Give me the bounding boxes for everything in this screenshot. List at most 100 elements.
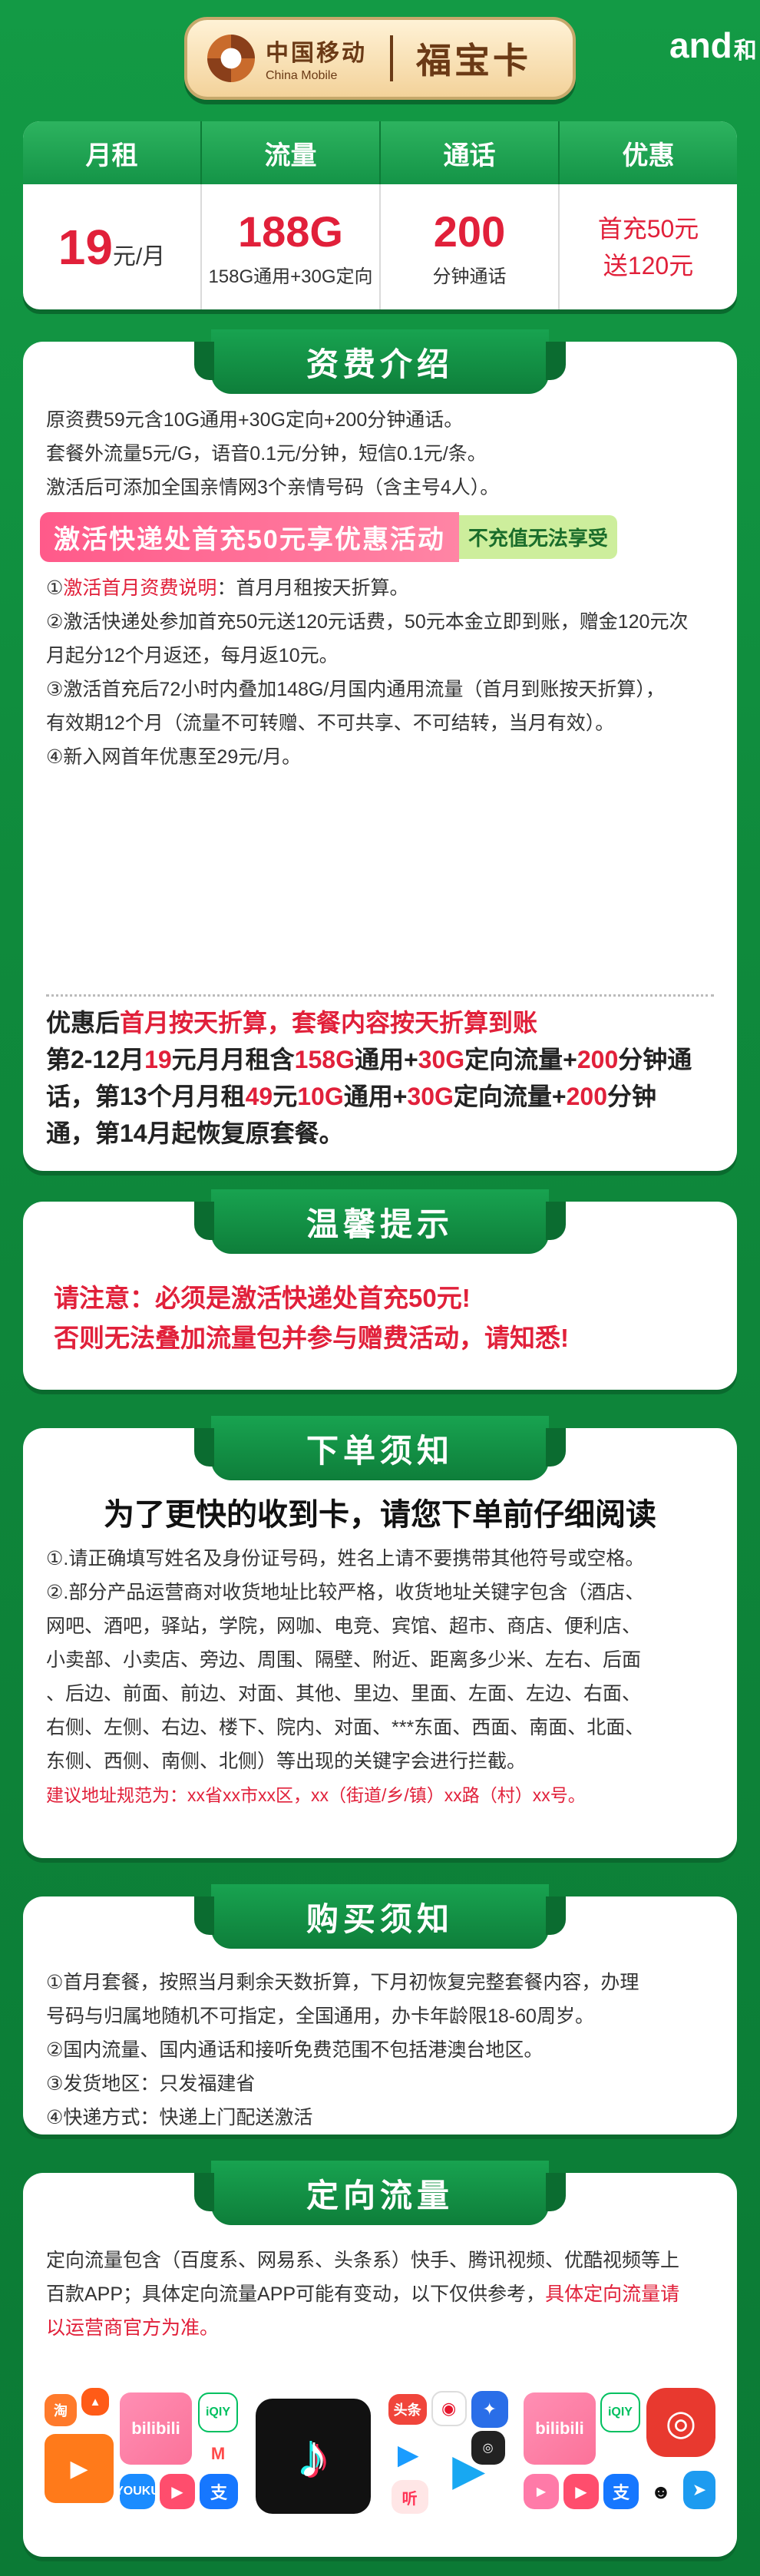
kuaishou-icon: ▶ xyxy=(45,2434,114,2503)
address-tip: 建议地址规范为：xx省xx市xx区，xx（街道/乡/镇）xx路（村）xx号。 xyxy=(46,1785,586,1805)
discount-line-2: 第2-12月19元月月租含158G通用+30G定向流量+200分钟通 xyxy=(46,1041,714,1078)
tip-line-1: 请注意：必须是激活快递处首充50元! xyxy=(54,1284,471,1312)
card-name: 福宝卡 xyxy=(416,41,531,81)
brand-en: China Mobile xyxy=(266,69,338,82)
brand-cn: 中国移动 xyxy=(266,41,367,66)
video-icon: ▶ xyxy=(160,2474,195,2509)
ting-icon: 听 xyxy=(391,2480,428,2514)
header-calls: 通话 xyxy=(381,121,560,184)
d2-h: 200 xyxy=(577,1046,619,1073)
purchase-notice-card: 购买须知 ①首月套餐，按照当月剩余天数折算，下月初恢复完整套餐内容，办理 号码与… xyxy=(23,1884,737,2135)
mangotv-icon: M xyxy=(198,2439,238,2469)
toutiao-icon: 头条 xyxy=(388,2394,427,2425)
app-icon-collage: 淘 ▲ ▶ bilibili iQIY M YOUKU ▶ 支 ♪ 头条 ◉ ✦… xyxy=(45,2388,715,2541)
banner-divider xyxy=(390,35,393,81)
warm-tips-title: 温馨提示 xyxy=(194,1189,566,1254)
order-line: 右侧、左侧、右边、楼下、院内、对面、***东面、西面、南面、北面、 xyxy=(46,1717,645,1738)
flow-line-3: 以运营商官方为准。 xyxy=(46,2317,220,2339)
discount-line-3: 话，第13个月月租49元10G通用+30G定向流量+200分钟 xyxy=(46,1078,714,1115)
order-line: 网吧、酒吧，驿站，学院，网咖、电竞、宾馆、超市、商店、便利店、 xyxy=(46,1615,642,1637)
dotted-divider xyxy=(46,994,714,997)
order-line: 小卖部、小卖店、旁边、周围、隔壁、附近、距离多少米、左右、后面 xyxy=(46,1649,642,1671)
fee-line: 激活后可添加全国亲情网3个亲情号码（含主号4人）。 xyxy=(46,477,500,498)
buy-line: ①首月套餐，按照当月剩余天数折算，下月初恢复完整套餐内容，办理 xyxy=(46,1972,639,1993)
d3-a: 话，第13个月月租 xyxy=(46,1083,246,1110)
rent-unit: 元/月 xyxy=(112,243,166,270)
fee-intro-body: 原资费59元含10G通用+30G定向+200分钟通话。 套餐外流量5元/G，语音… xyxy=(40,403,714,774)
activation-promo-text: 激活快递处首充50元享优惠活动 xyxy=(40,512,459,562)
d3-e: 通用+ xyxy=(343,1083,408,1110)
fee-item-1-highlight: 激活首月资费说明 xyxy=(63,577,217,599)
he-logo: and 和 xyxy=(669,17,757,65)
alipay-icon-2: 支 xyxy=(603,2474,639,2509)
fee-item-1: ①激活首月资费说明：首月月租按天折算。 xyxy=(46,571,714,605)
cell-calls: 200 分钟通话 xyxy=(381,184,560,309)
purchase-notice-body: ①首月套餐，按照当月剩余天数折算，下月初恢复完整套餐内容，办理 号码与归属地随机… xyxy=(46,1966,714,2135)
d3-d: 10G xyxy=(297,1083,344,1110)
d1-a: 优惠后 xyxy=(46,1009,121,1037)
d2-e: 通用+ xyxy=(354,1046,418,1073)
warm-tips-card: 温馨提示 请注意：必须是激活快递处首充50元! 否则无法叠加流量包并参与赠费活动… xyxy=(23,1189,737,1390)
order-notice-body: 为了更快的收到卡，请您下单前仔细阅读 ①.请正确填写姓名及身份证号码，姓名上请不… xyxy=(46,1490,714,1812)
fee-item-2a: ②激活快递处参加首充50元送120元话费，50元本金立即到账，赠金120元次 xyxy=(46,611,689,633)
fee-item-3b: 有效期12个月（流量不可转赠、不可共享、不可结转，当月有效）。 xyxy=(46,713,615,734)
taobao-icon: 淘 xyxy=(45,2394,77,2426)
qq-icon: ☻ xyxy=(643,2474,679,2509)
order-lead: 为了更快的收到卡，请您下单前仔细阅读 xyxy=(104,1498,656,1532)
d1-b: 首月按天折算，套餐内容按天折算到账 xyxy=(120,1009,538,1037)
fee-item-1-prefix: ① xyxy=(46,577,64,599)
directed-flow-body: 定向流量包含（百度系、网易系、头条系）快手、腾讯视频、优酷视频等上 百款APP；… xyxy=(46,2244,714,2345)
netease-music-icon: ◎ xyxy=(646,2388,715,2457)
d3-h: 200 xyxy=(566,1083,607,1110)
d3-b: 49 xyxy=(245,1083,273,1110)
iqiyi-icon-2: iQIY xyxy=(600,2392,640,2432)
call-value: 200 xyxy=(433,207,506,256)
app-group-3: 头条 ◉ ✦ ▶ ▶ ◎ 听 xyxy=(388,2388,511,2541)
directed-flow-card: 定向流量 定向流量包含（百度系、网易系、头条系）快手、腾讯视频、优酷视频等上 百… xyxy=(23,2161,737,2557)
fee-intro-title: 资费介绍 xyxy=(194,329,566,394)
order-line: 、后边、前面、前边、对面、其他、里边、里面、左面、左边、右面、 xyxy=(46,1683,642,1705)
header-promo: 优惠 xyxy=(622,141,675,170)
d2-d: 158G xyxy=(294,1046,355,1073)
tencent-video-icon: ▶ xyxy=(388,2435,428,2474)
d2-f: 30G xyxy=(418,1046,465,1073)
kuwo-icon: ◎ xyxy=(471,2431,505,2465)
flow-line-2: 百款APP；具体定向流量APP可能有变动，以下仅供参考，具体定向流量请 xyxy=(46,2277,714,2311)
plan-summary-table: 月租 流量 通话 优惠 19 元/月 188G 158G通用+30G定向 200… xyxy=(23,121,737,309)
buy-line: ③发货地区：只发福建省 xyxy=(46,2073,256,2095)
china-mobile-logo-icon xyxy=(207,35,255,82)
tip-line-2: 否则无法叠加流量包并参与赠费活动，请知悉! xyxy=(54,1324,569,1352)
cell-promo: 首充50元 送120元 xyxy=(560,184,737,309)
d2-a: 第2-12月 xyxy=(46,1046,145,1073)
app-group-2: ♪ xyxy=(253,2388,375,2541)
d3-g: 定向流量+ xyxy=(453,1083,567,1110)
order-line: ①.请正确填写姓名及身份证号码，姓名上请不要携带其他符号或空格。 xyxy=(46,1548,645,1569)
alipay-icon: 支 xyxy=(200,2474,238,2509)
order-line: ②.部分产品运营商对收货地址比较严格，收货地址关键字包含（酒店、 xyxy=(46,1582,645,1603)
d2-b: 19 xyxy=(144,1046,172,1073)
fee-item-3a: ③激活首充后72小时内叠加148G/月国内通用流量（首月到账按天折算）， xyxy=(46,679,665,700)
data-value: 188G xyxy=(238,207,343,256)
data-sub: 158G通用+30G定向 xyxy=(208,266,373,287)
cell-rent: 19 元/月 xyxy=(23,184,202,309)
order-notice-title: 下单须知 xyxy=(194,1416,566,1480)
weibo-eye-icon: ◉ xyxy=(431,2391,467,2426)
d3-c: 元 xyxy=(273,1083,298,1110)
d2-i: 分钟通 xyxy=(618,1046,692,1073)
bilibili-icon-2: bilibili xyxy=(523,2392,596,2465)
flow-line-1: 定向流量包含（百度系、网易系、头条系）快手、腾讯视频、优酷视频等上 xyxy=(46,2250,680,2271)
buy-line: ④快递方式：快递上门配送激活 xyxy=(46,2107,313,2128)
iqiyi-icon: iQIY xyxy=(198,2392,238,2432)
youku-icon-2: ▶ xyxy=(523,2474,559,2509)
warm-tips-body: 请注意：必须是激活快递处首充50元! 否则无法叠加流量包并参与赠费活动，请知悉! xyxy=(54,1278,714,1358)
purchase-notice-title: 购买须知 xyxy=(194,1884,566,1949)
cell-data: 188G 158G通用+30G定向 xyxy=(202,184,381,309)
youku-icon: YOUKU xyxy=(115,2474,160,2509)
brand: 中国移动 China Mobile xyxy=(266,34,367,83)
app-group-4: bilibili iQIY ◎ ▶ ▶ 支 ☻ ➤ xyxy=(523,2388,715,2541)
fee-item-1-rest: ：首月月租按天折算。 xyxy=(216,577,409,599)
he-logo-and: and xyxy=(669,25,732,65)
buy-line: 号码与归属地随机不可指定，全国通用，办卡年龄限18-60周岁。 xyxy=(46,2006,594,2027)
header-rent: 月租 xyxy=(23,121,202,184)
rent-value: 19 xyxy=(58,219,113,275)
